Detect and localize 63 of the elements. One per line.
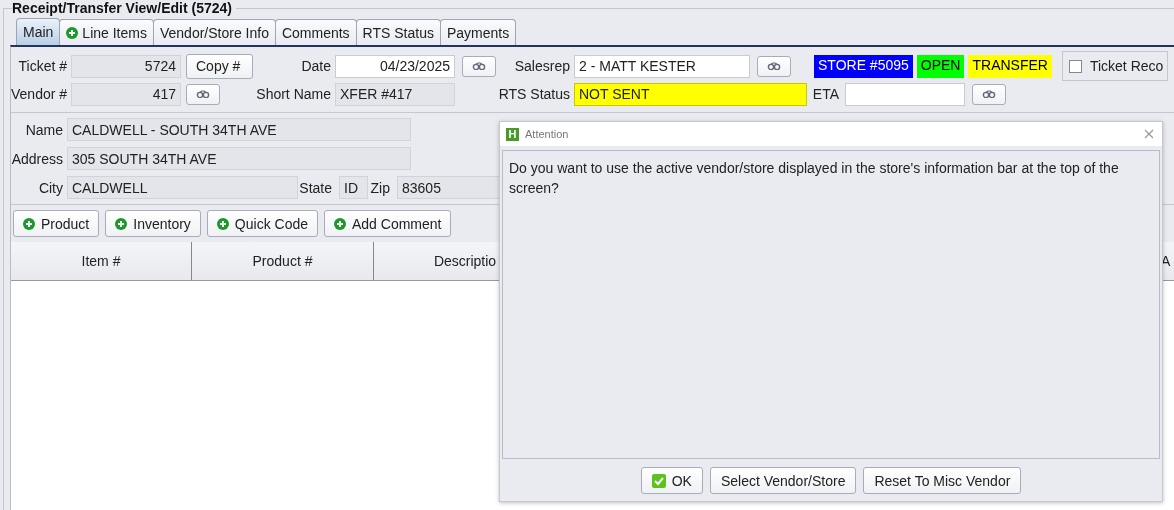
dialog-title: Attention <box>525 128 569 140</box>
add-button[interactable]: Inventory <box>105 210 201 237</box>
field-label: ETA <box>811 86 840 102</box>
add-icon <box>216 217 229 230</box>
field-label: City <box>37 179 64 196</box>
name-field[interactable]: CALDWELL - SOUTH 34TH AVE <box>67 118 411 141</box>
date-field[interactable]: 04/23/2025 <box>335 54 455 78</box>
lookup-button[interactable] <box>972 83 1006 105</box>
tab[interactable]: Comments <box>274 19 357 45</box>
salesrep-field[interactable]: 2 - MATT KESTER <box>574 54 750 78</box>
tab[interactable]: Vendor/Store Info <box>152 19 276 45</box>
dialog-message: Do you want to use the active vendor/store displayed in the store's information bar at the top of the screen? <box>502 150 1160 459</box>
field-label: Ticket # <box>17 58 68 74</box>
status-badge: STORE #5095 <box>814 54 913 78</box>
column-header[interactable]: Item # <box>11 242 192 280</box>
field-label: Date <box>300 58 332 74</box>
field-label: Vendor # <box>11 86 69 102</box>
field-label: State <box>298 179 333 196</box>
add-icon <box>66 26 79 39</box>
checkbox-label: Ticket Reco <box>1089 58 1165 74</box>
dialog-button[interactable]: Select Vendor/Store <box>709 467 857 494</box>
check-icon <box>651 473 666 488</box>
lookup-button[interactable] <box>757 55 791 77</box>
field-label: Short Name <box>255 86 332 102</box>
add-button[interactable]: Add Comment <box>324 210 452 237</box>
rts-status-field[interactable]: NOT SENT <box>574 82 807 106</box>
tab[interactable]: Payments <box>439 19 517 45</box>
add-icon <box>334 217 346 230</box>
field-label: Address <box>11 150 64 167</box>
add-icon <box>115 217 128 230</box>
checkbox[interactable] <box>1068 59 1082 73</box>
close-icon[interactable] <box>1144 129 1154 139</box>
add-button[interactable]: Quick Code <box>206 210 318 237</box>
add-button[interactable]: Product <box>13 210 100 237</box>
vendor-field[interactable]: 417 <box>71 82 181 106</box>
ok-button[interactable]: OK <box>640 467 703 494</box>
binoculars-icon <box>982 90 996 98</box>
lookup-button[interactable] <box>186 83 220 105</box>
binoculars-icon <box>767 62 781 70</box>
app-logo: H <box>506 127 519 141</box>
eta-field[interactable] <box>845 82 965 106</box>
binoculars-icon <box>196 90 210 98</box>
binoculars-icon <box>472 62 486 70</box>
field-label: Name <box>24 121 64 138</box>
short-name-field[interactable]: XFER #417 <box>335 82 455 106</box>
window-title: Receipt/Transfer View/Edit (5724) <box>12 0 233 16</box>
status-badge: TRANSFER <box>968 54 1052 78</box>
city-field[interactable]: CALDWELL <box>67 176 298 199</box>
lookup-button[interactable] <box>462 55 496 77</box>
tab[interactable]: Main <box>16 18 61 45</box>
field-label: Salesrep <box>513 58 571 74</box>
status-badge: OPEN <box>916 54 965 78</box>
ticket-field[interactable]: 5724 <box>71 54 181 78</box>
tab[interactable]: RTS Status <box>355 19 441 45</box>
column-header[interactable]: Product # <box>192 242 374 280</box>
state-field[interactable]: ID <box>339 176 368 199</box>
add-icon <box>23 217 35 230</box>
tab[interactable]: Line Items <box>59 19 154 45</box>
copy-button[interactable]: Copy # <box>186 53 253 79</box>
address-field[interactable]: 305 SOUTH 34TH AVE <box>67 147 411 170</box>
dialog-button[interactable]: Reset To Misc Vendor <box>863 467 1022 494</box>
field-label: RTS Status <box>497 86 571 102</box>
field-label: Zip <box>369 179 391 196</box>
